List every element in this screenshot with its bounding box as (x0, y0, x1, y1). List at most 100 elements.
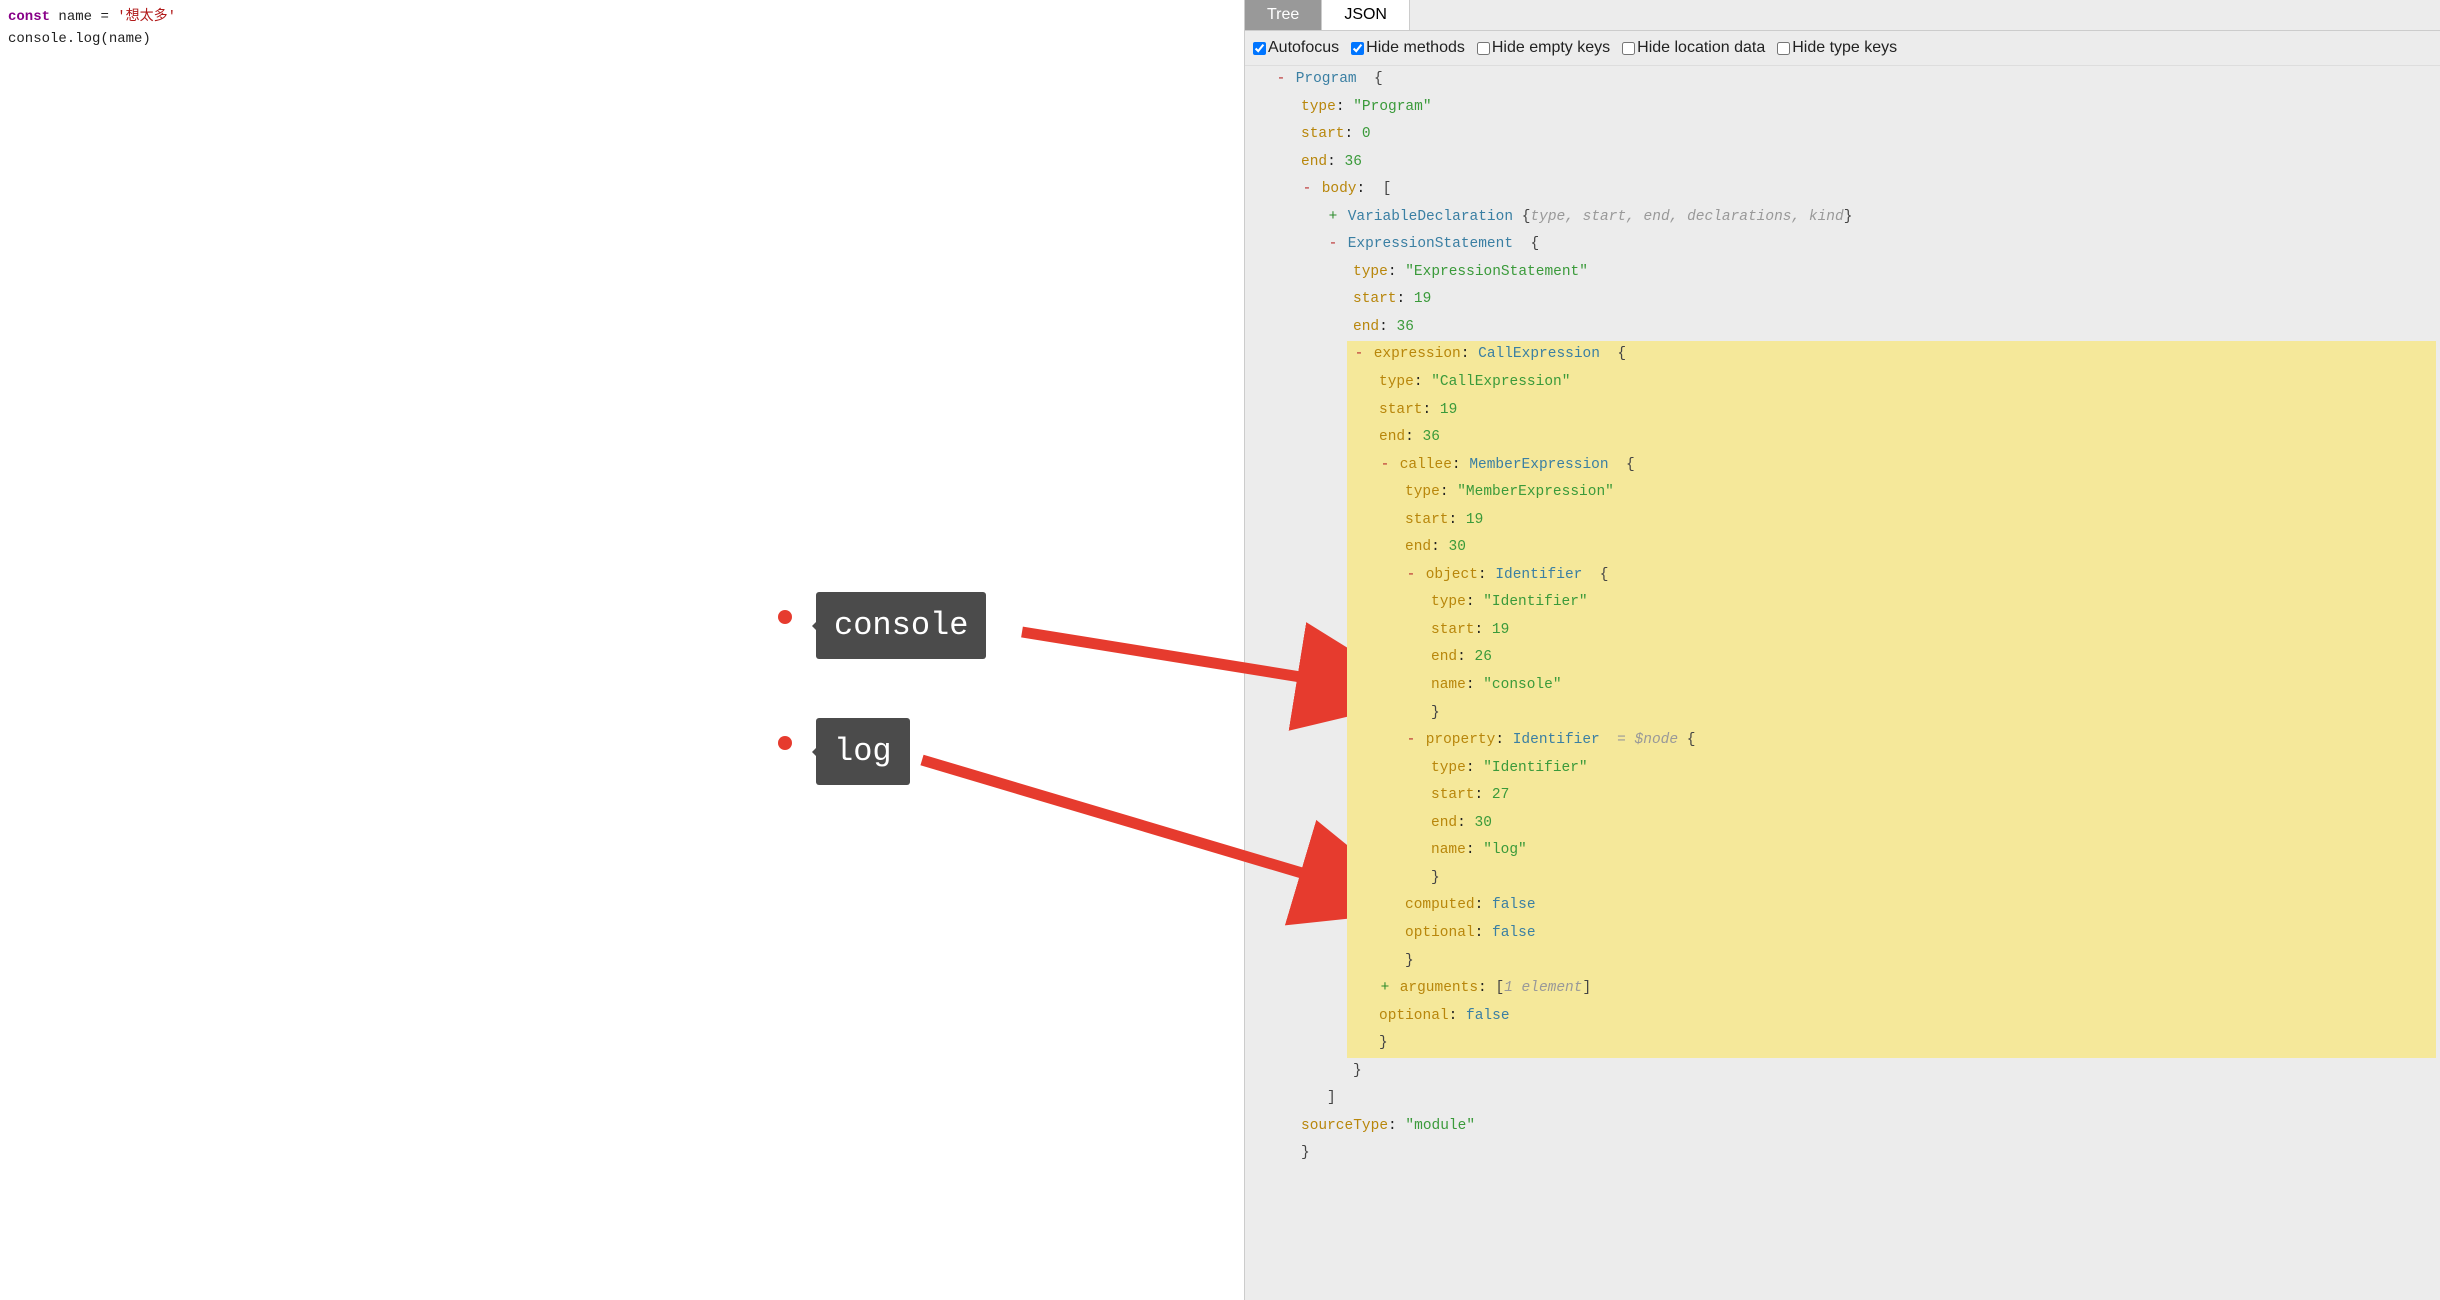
ast-type: Identifier (1495, 567, 1582, 583)
ast-key: type (1301, 99, 1336, 115)
collapse-icon[interactable]: - (1327, 231, 1339, 259)
collapse-icon[interactable]: - (1275, 66, 1287, 94)
code-line-1: const name = '想太多' (8, 6, 1236, 28)
ast-key: start (1431, 622, 1475, 638)
brace-icon: { (1530, 236, 1539, 252)
ast-value: "Identifier" (1483, 594, 1587, 610)
checkbox-hide-empty-keys[interactable] (1477, 42, 1490, 55)
checkbox-hide-methods[interactable] (1351, 42, 1364, 55)
ast-type: MemberExpression (1469, 457, 1608, 473)
ast-close: } (1327, 1058, 2436, 1086)
collapse-icon[interactable]: - (1301, 176, 1313, 204)
ast-value: "Program" (1353, 99, 1431, 115)
ast-close: } (1405, 700, 2056, 728)
ast-key: start (1431, 787, 1475, 803)
expand-icon[interactable]: + (1379, 975, 1391, 1003)
ast-prop: end: 36 (1275, 149, 2436, 177)
brace-icon: { (1617, 346, 1626, 362)
collapse-icon[interactable]: - (1405, 727, 1417, 755)
ast-key: end (1379, 429, 1405, 445)
ast-key: end (1431, 815, 1457, 831)
ast-key: start (1379, 402, 1423, 418)
ast-close: } (1353, 1030, 2056, 1058)
ast-prop: type: "Identifier" (1405, 589, 2056, 617)
ast-node-program[interactable]: - Program { type: "Program" start: 0 end… (1249, 66, 2436, 1168)
ast-node-vardecl[interactable]: + VariableDeclaration {type, start, end,… (1301, 204, 2436, 232)
ast-value: 19 (1414, 291, 1431, 307)
ast-key: start (1353, 291, 1397, 307)
ast-prop: type: "ExpressionStatement" (1327, 259, 2436, 287)
option-label: Hide type keys (1792, 39, 1897, 57)
collapse-icon[interactable]: - (1379, 452, 1391, 480)
option-label: Autofocus (1268, 39, 1339, 57)
checkbox-hide-type-keys[interactable] (1777, 42, 1790, 55)
ast-node-arguments[interactable]: + arguments: [1 element] (1353, 975, 2056, 1003)
ast-prop: sourceType: "module" (1275, 1113, 2436, 1141)
ast-value: "log" (1483, 842, 1527, 858)
token-string: '想太多' (117, 9, 176, 25)
ast-key: end (1431, 649, 1457, 665)
ast-panel: Tree JSON Autofocus Hide methods Hide em… (1244, 0, 2440, 1300)
ast-key: type (1405, 484, 1440, 500)
ast-node-exprstmt[interactable]: - ExpressionStatement { type: "Expressio… (1301, 231, 2436, 1085)
option-hide-location-data[interactable]: Hide location data (1622, 39, 1765, 57)
checkbox-hide-location-data[interactable] (1622, 42, 1635, 55)
option-hide-type-keys[interactable]: Hide type keys (1777, 39, 1897, 57)
ast-key: start (1301, 126, 1345, 142)
ast-prop: optional: false (1379, 920, 2056, 948)
option-autofocus[interactable]: Autofocus (1253, 39, 1339, 57)
tab-json[interactable]: JSON (1322, 0, 1410, 30)
ast-value: 27 (1492, 787, 1509, 803)
ast-node-object[interactable]: - object: Identifier { type: "Identifier… (1379, 562, 2056, 727)
ast-value: 30 (1449, 539, 1466, 555)
ast-prop: end: 26 (1405, 644, 2056, 672)
ast-key: body (1322, 181, 1357, 197)
ast-key: end (1353, 319, 1379, 335)
brace-icon: } (1844, 209, 1853, 225)
ast-close: ] (1301, 1085, 2436, 1113)
expand-icon[interactable]: + (1327, 204, 1339, 232)
ast-node-expression[interactable]: - expression: CallExpression { type: "Ca… (1327, 341, 2436, 1057)
collapse-icon[interactable]: - (1353, 341, 1365, 369)
ast-tabs: Tree JSON (1245, 0, 2440, 31)
ast-type: Program (1296, 71, 1357, 87)
code-line-2: console.log(name) (8, 28, 1236, 50)
brace-icon: { (1626, 457, 1635, 473)
ast-value: "console" (1483, 677, 1561, 693)
option-hide-methods[interactable]: Hide methods (1351, 39, 1465, 57)
ast-value: 36 (1345, 154, 1362, 170)
ast-value: 36 (1423, 429, 1440, 445)
ast-key: type (1353, 264, 1388, 280)
ast-key: end (1301, 154, 1327, 170)
tab-tree[interactable]: Tree (1245, 0, 1322, 30)
ast-tree[interactable]: - Program { type: "Program" start: 0 end… (1245, 66, 2440, 1300)
ast-value: "Identifier" (1483, 760, 1587, 776)
ast-type: ExpressionStatement (1348, 236, 1513, 252)
ast-prop: end: 36 (1353, 424, 2056, 452)
ast-value: "ExpressionStatement" (1405, 264, 1588, 280)
checkbox-autofocus[interactable] (1253, 42, 1266, 55)
ast-key: type (1431, 760, 1466, 776)
option-hide-empty-keys[interactable]: Hide empty keys (1477, 39, 1610, 57)
ast-value: false (1466, 1008, 1510, 1024)
ast-prop: start: 19 (1379, 507, 2056, 535)
ast-value: 0 (1362, 126, 1371, 142)
ast-key: type (1431, 594, 1466, 610)
collapse-icon[interactable]: - (1405, 562, 1417, 590)
ast-close: } (1275, 1140, 2436, 1168)
ast-prop: type: "Identifier" (1405, 755, 2056, 783)
ast-value: 30 (1475, 815, 1492, 831)
ast-node-callee[interactable]: - callee: MemberExpression { type: "Memb… (1353, 452, 2056, 975)
code-editor-pane[interactable]: const name = '想太多' console.log(name) con… (0, 0, 1244, 1300)
ast-value: false (1492, 925, 1536, 941)
ast-prop: name: "log" (1405, 837, 2056, 865)
ast-key: name (1431, 677, 1466, 693)
option-label: Hide location data (1637, 39, 1765, 57)
ast-prop: start: 0 (1275, 121, 2436, 149)
ast-node-body[interactable]: - body: [ + VariableDeclaration {type, s… (1275, 176, 2436, 1113)
brace-icon: { (1687, 732, 1696, 748)
ast-node-property[interactable]: - property: Identifier = $node { type: "… (1379, 727, 2056, 892)
ast-prop: name: "console" (1405, 672, 2056, 700)
ast-key: computed (1405, 897, 1475, 913)
annotation-label-log: log (816, 718, 910, 785)
